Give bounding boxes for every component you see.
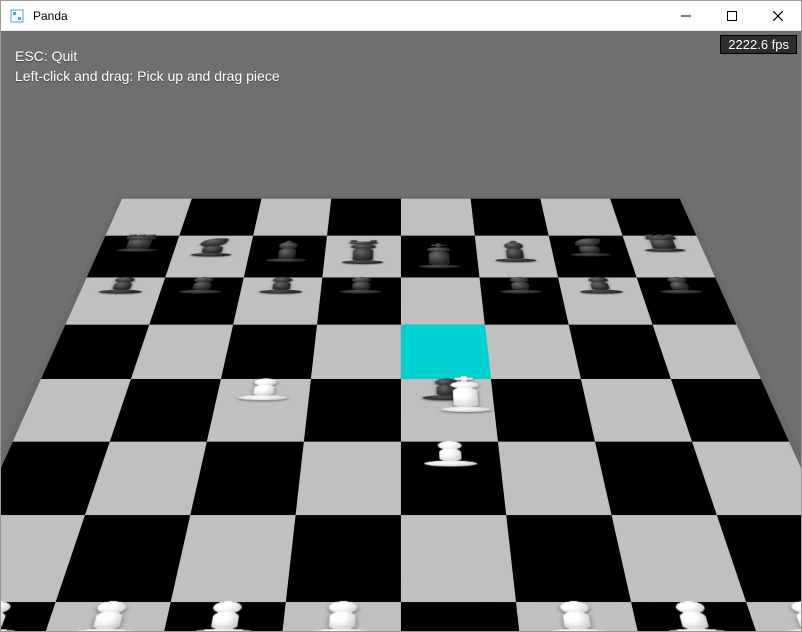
square-4-3[interactable] [311,325,401,379]
square-1-5[interactable] [506,515,631,602]
square-1-4[interactable] [401,515,516,602]
square-3-5[interactable] [491,379,595,442]
minimize-button[interactable] [663,1,709,31]
black-pawn[interactable] [173,263,234,294]
square-4-7[interactable] [653,325,761,379]
black-queen[interactable] [337,223,389,264]
black-pawn[interactable] [491,263,549,294]
scene-3d [1,31,801,631]
square-3-3[interactable] [304,379,401,442]
square-0-4[interactable] [401,602,528,631]
maximize-button[interactable] [709,1,755,31]
square-3-7[interactable] [671,379,789,442]
app-icon [9,8,25,24]
square-0-7[interactable] [746,602,801,631]
square-3-1[interactable] [110,379,221,442]
black-pawn[interactable] [334,263,388,294]
square-2-5[interactable] [498,442,612,515]
viewport-3d[interactable]: ESC: Quit Left-click and drag: Pick up a… [1,31,801,631]
square-1-3[interactable] [286,515,401,602]
black-bishop[interactable] [260,223,316,262]
window-title: Panda [33,9,68,23]
square-5-4[interactable] [401,277,485,324]
chessboard[interactable] [1,199,801,631]
square-1-2[interactable] [171,515,296,602]
black-bishop[interactable] [486,223,542,262]
square-4-1[interactable] [131,325,233,379]
square-2-3[interactable] [296,442,401,515]
square-0-3[interactable] [274,602,401,631]
black-pawn[interactable] [254,263,312,294]
app-window: Panda ESC: Quit Left-click and drag: Pic… [0,0,802,632]
square-2-4[interactable] [401,442,506,515]
black-king[interactable] [413,223,466,268]
titlebar[interactable]: Panda [1,1,801,31]
black-knight[interactable] [185,223,244,256]
square-2-2[interactable] [190,442,304,515]
square-4-5[interactable] [485,325,581,379]
black-pawn[interactable] [568,263,629,294]
close-button[interactable] [755,1,801,31]
black-knight[interactable] [558,223,617,256]
